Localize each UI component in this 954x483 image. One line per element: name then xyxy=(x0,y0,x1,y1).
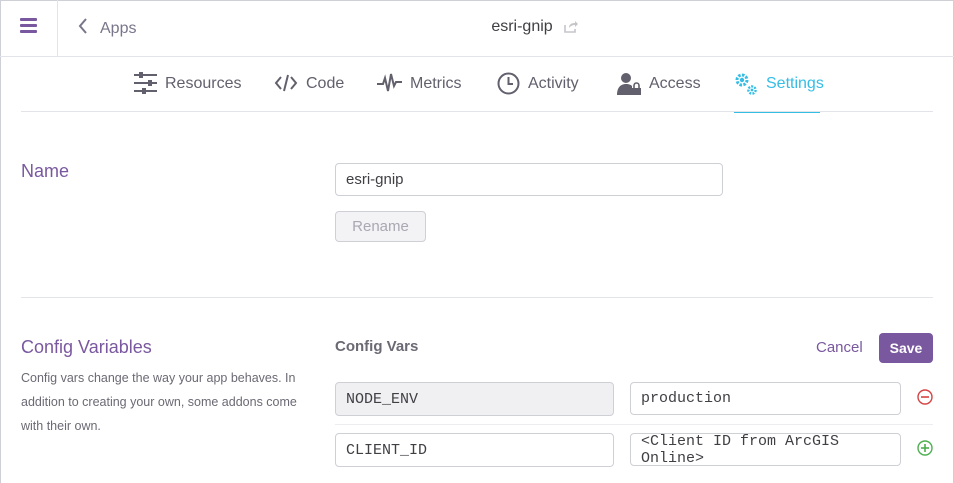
chevron-left-icon xyxy=(78,18,88,39)
top-bar: Apps esri-gnip xyxy=(0,0,954,57)
tabs-divider xyxy=(21,111,933,112)
save-button[interactable]: Save xyxy=(879,333,933,363)
app-title: esri-gnip xyxy=(491,18,553,35)
tab-label: Access xyxy=(649,75,701,92)
config-value-field[interactable]: production xyxy=(630,382,901,415)
share-icon[interactable] xyxy=(563,20,579,34)
remove-var-button[interactable] xyxy=(916,388,934,410)
rename-button-label: Rename xyxy=(352,218,409,235)
tab-resources[interactable]: Resources xyxy=(134,71,241,113)
config-vars-header: Config Vars xyxy=(335,338,419,355)
app-name-value: esri-gnip xyxy=(346,171,404,188)
tab-label: Activity xyxy=(528,75,579,92)
metrics-icon xyxy=(377,72,402,94)
cancel-button[interactable]: Cancel xyxy=(816,339,863,356)
add-var-button[interactable] xyxy=(916,439,934,461)
app-name-input[interactable]: esri-gnip xyxy=(335,163,723,196)
tab-label: Code xyxy=(306,75,345,92)
tab-label: Metrics xyxy=(410,75,462,92)
app-tabs: Resources Code Metrics Activity Access S… xyxy=(0,57,954,113)
menu-button[interactable] xyxy=(0,0,58,56)
back-link-label: Apps xyxy=(100,19,137,37)
gears-icon xyxy=(734,72,758,96)
tab-settings[interactable]: Settings xyxy=(734,71,824,113)
resources-icon xyxy=(134,72,157,94)
name-section-label: Name xyxy=(21,161,70,181)
tab-label: Settings xyxy=(766,75,824,92)
plus-circle-icon xyxy=(917,439,933,461)
rename-button[interactable]: Rename xyxy=(335,211,426,242)
config-description: Config vars change the way your app beha… xyxy=(21,371,297,433)
user-lock-icon xyxy=(617,72,641,96)
save-button-label: Save xyxy=(889,340,923,356)
section-divider xyxy=(21,297,933,298)
back-to-apps-link[interactable]: Apps xyxy=(78,18,136,39)
config-key-value: CLIENT_ID xyxy=(346,441,428,459)
code-icon xyxy=(274,72,298,94)
config-section-label: Config Variables xyxy=(21,337,152,357)
config-value-text: <Client ID from ArcGIS Online> xyxy=(641,432,840,467)
tab-label: Resources xyxy=(165,75,242,92)
config-key-field[interactable]: CLIENT_ID xyxy=(335,433,614,467)
config-key-value: NODE_ENV xyxy=(346,390,419,408)
config-row-divider xyxy=(335,424,933,425)
config-key-field[interactable]: NODE_ENV xyxy=(335,382,614,416)
config-value-text: production xyxy=(641,390,732,407)
clock-icon xyxy=(497,72,520,95)
tab-code[interactable]: Code xyxy=(274,71,344,113)
tab-metrics[interactable]: Metrics xyxy=(377,71,462,113)
hamburger-icon xyxy=(20,18,37,38)
tab-access[interactable]: Access xyxy=(617,71,701,113)
minus-circle-icon xyxy=(917,388,933,410)
config-value-field[interactable]: <Client ID from ArcGIS Online> xyxy=(630,432,901,467)
tab-activity[interactable]: Activity xyxy=(497,71,579,113)
